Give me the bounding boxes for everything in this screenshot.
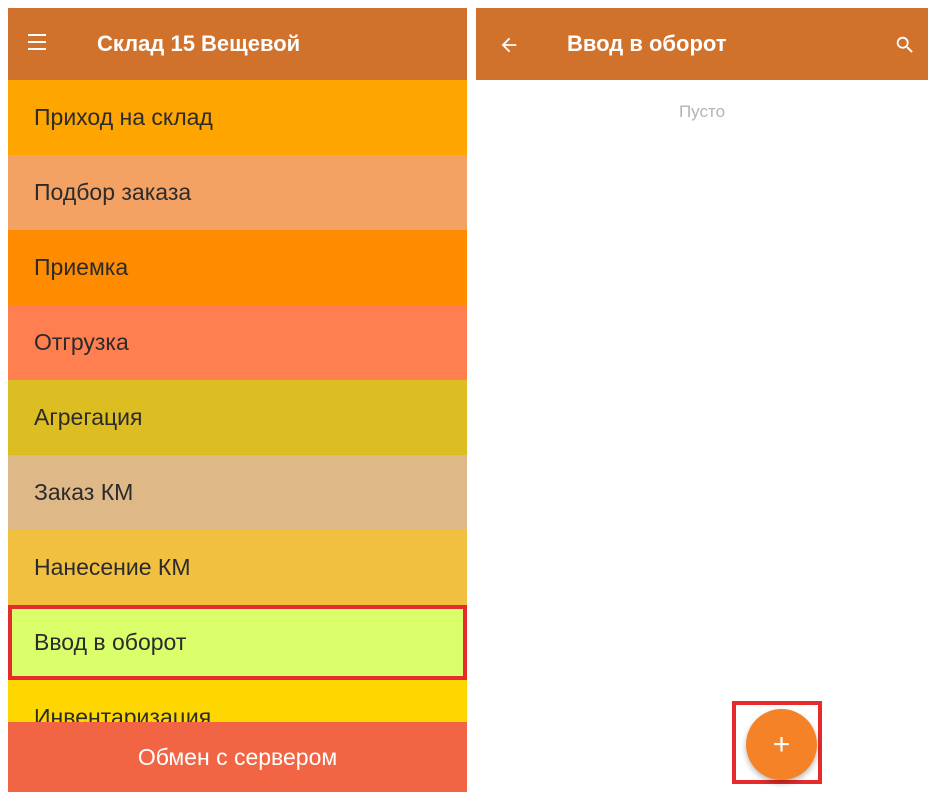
arrow-back-icon[interactable] [498,34,520,56]
app-bar: Склад 15 Вещевой [8,8,467,80]
operations-menu: Приход на склад Подбор заказа Приемка От… [8,80,467,722]
menu-item-inventory[interactable]: Инвентаризация [8,680,467,722]
hamburger-icon[interactable] [28,33,46,51]
menu-item-shipping[interactable]: Отгрузка [8,305,467,380]
menu-item-incoming[interactable]: Приход на склад [8,80,467,155]
app-bar: Ввод в оборот [476,8,928,80]
menu-item-km-application[interactable]: Нанесение КМ [8,530,467,605]
menu-item-put-into-circulation[interactable]: Ввод в оборот [8,605,467,680]
add-document-button[interactable]: + [746,709,817,780]
menu-item-km-order[interactable]: Заказ КМ [8,455,467,530]
menu-item-receiving[interactable]: Приемка [8,230,467,305]
empty-state-text: Пусто [678,102,726,121]
screen-title: Ввод в оборот [567,31,727,56]
menu-item-order-picking[interactable]: Подбор заказа [8,155,467,230]
sync-server-button[interactable]: Обмен с сервером [8,722,467,792]
warehouse-menu-screen: Склад 15 Вещевой Приход на склад Подбор … [8,8,467,792]
search-icon[interactable] [894,34,916,56]
menu-item-aggregation[interactable]: Агрегация [8,380,467,455]
put-into-circulation-screen: Ввод в оборот Пусто + [476,8,928,792]
app-title: Склад 15 Вещевой [97,31,301,56]
